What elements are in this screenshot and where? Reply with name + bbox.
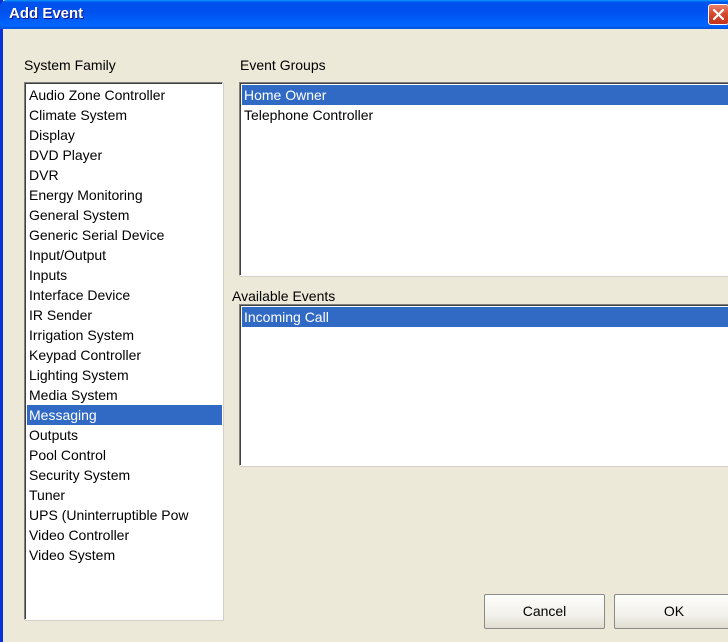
system-family-list[interactable]: Audio Zone Controller Climate System Dis… (24, 82, 223, 620)
system-family-item[interactable]: Irrigation System (27, 325, 222, 345)
available-event-item-selected[interactable]: Incoming Call (242, 307, 728, 327)
available-events-label: Available Events (232, 288, 336, 304)
ok-button[interactable]: OK (614, 594, 728, 629)
event-group-item[interactable]: Telephone Controller (242, 105, 728, 125)
system-family-item[interactable]: Pool Control (27, 445, 222, 465)
system-family-item[interactable]: Interface Device (27, 285, 222, 305)
system-family-item[interactable]: DVD Player (27, 145, 222, 165)
cancel-button[interactable]: Cancel (484, 594, 605, 629)
system-family-item[interactable]: Display (27, 125, 222, 145)
event-groups-label: Event Groups (240, 57, 326, 73)
system-family-item[interactable]: Inputs (27, 265, 222, 285)
close-icon[interactable] (708, 4, 728, 25)
title-bar[interactable]: Add Event (0, 0, 728, 29)
system-family-item[interactable]: Media System (27, 385, 222, 405)
system-family-label: System Family (24, 57, 116, 73)
system-family-item[interactable]: Audio Zone Controller (27, 85, 222, 105)
system-family-item-selected[interactable]: Messaging (27, 405, 222, 425)
event-groups-list[interactable]: Home Owner Telephone Controller (239, 82, 728, 276)
system-family-item[interactable]: UPS (Uninterruptible Pow (27, 505, 222, 525)
event-group-item-selected[interactable]: Home Owner (242, 85, 728, 105)
system-family-item[interactable]: Tuner (27, 485, 222, 505)
system-family-item[interactable]: Climate System (27, 105, 222, 125)
add-event-dialog: Add Event System Family Audio Zone Contr… (0, 0, 728, 642)
system-family-item[interactable]: Input/Output (27, 245, 222, 265)
system-family-item[interactable]: DVR (27, 165, 222, 185)
system-family-item[interactable]: Video Controller (27, 525, 222, 545)
system-family-item[interactable]: General System (27, 205, 222, 225)
window-title: Add Event (9, 5, 84, 22)
close-x-glyph (712, 8, 725, 21)
system-family-item[interactable]: Security System (27, 465, 222, 485)
system-family-item[interactable]: Generic Serial Device (27, 225, 222, 245)
system-family-item[interactable]: Video System (27, 545, 222, 565)
system-family-item[interactable]: Lighting System (27, 365, 222, 385)
available-events-list[interactable]: Incoming Call (239, 304, 728, 466)
system-family-item[interactable]: Energy Monitoring (27, 185, 222, 205)
system-family-item[interactable]: Outputs (27, 425, 222, 445)
system-family-item[interactable]: Keypad Controller (27, 345, 222, 365)
system-family-item[interactable]: IR Sender (27, 305, 222, 325)
